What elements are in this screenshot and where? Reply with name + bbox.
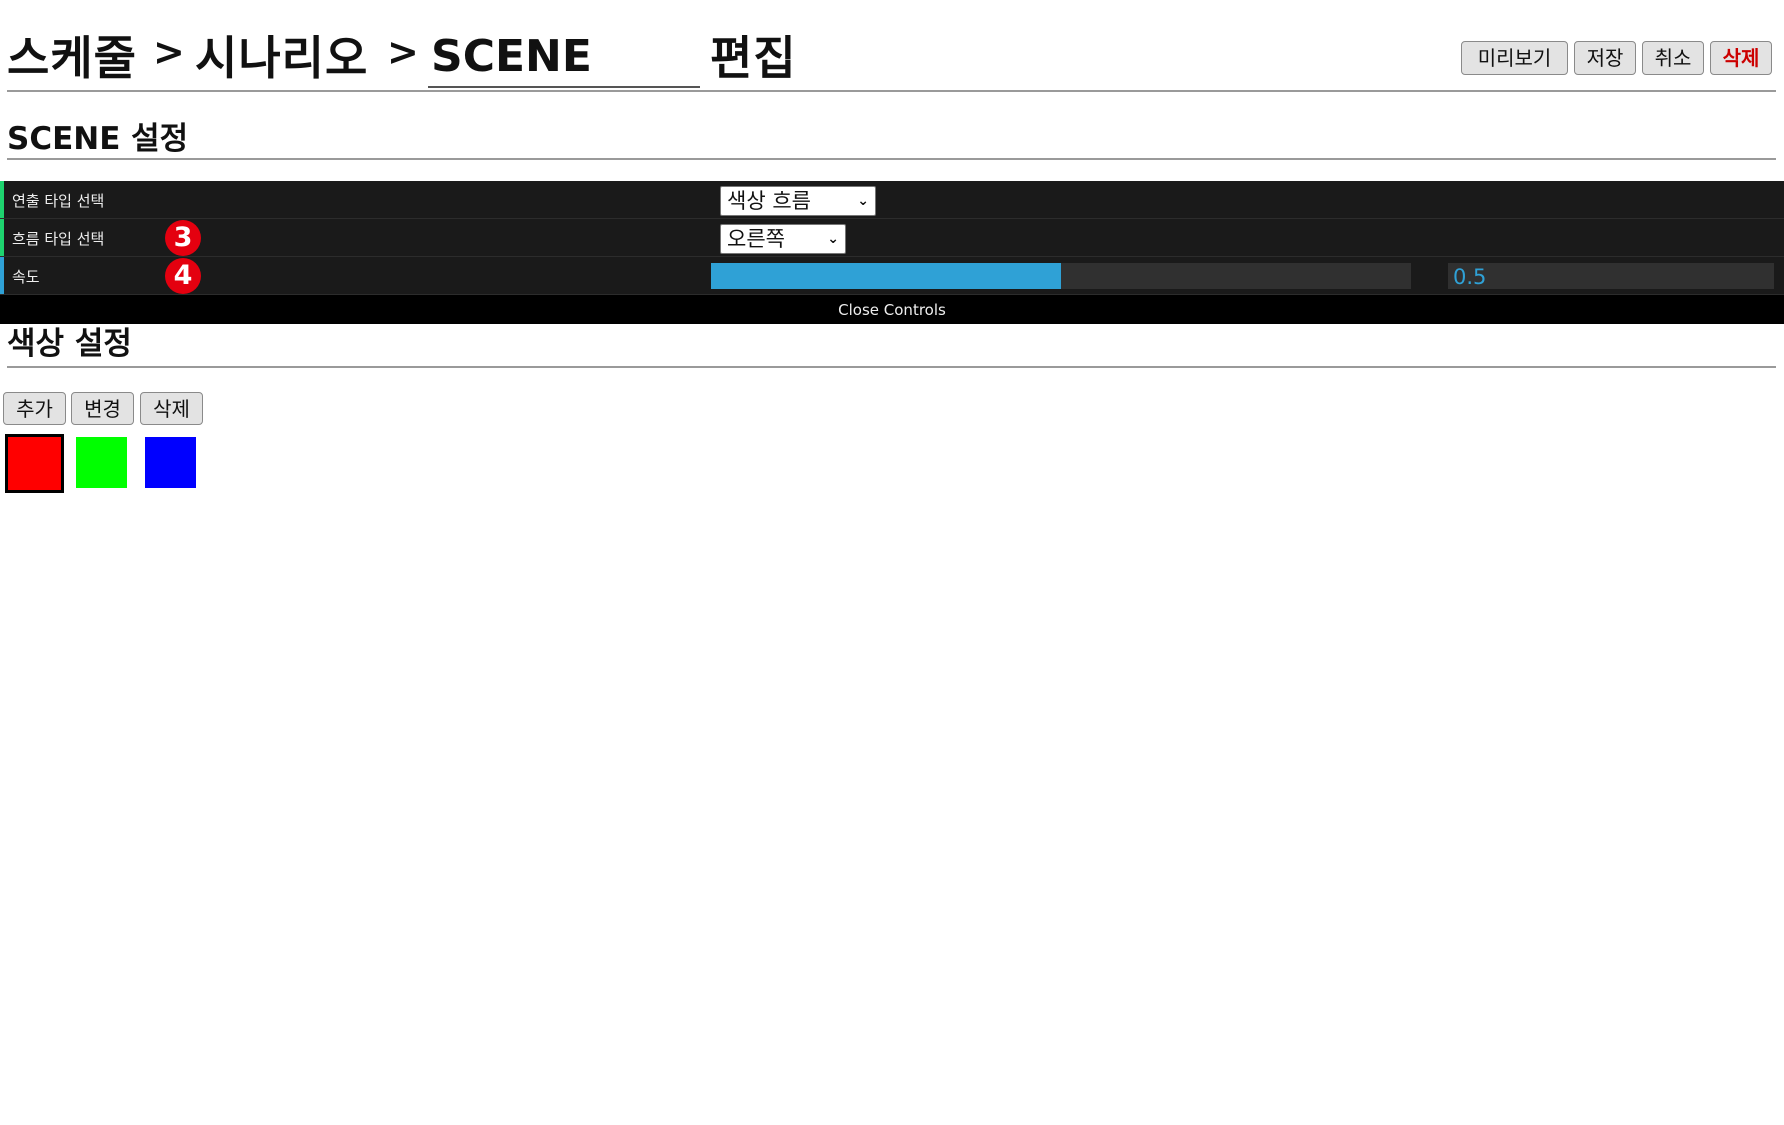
cancel-button[interactable]: 취소: [1642, 41, 1704, 75]
color-swatch[interactable]: [76, 437, 127, 488]
breadcrumb-scenario[interactable]: 시나리오: [195, 22, 368, 88]
control-label: 속도: [12, 268, 40, 286]
breadcrumb-separator: >: [153, 30, 186, 74]
scene-settings-title: SCENE 설정: [7, 121, 189, 157]
color-settings-title: 색상 설정: [7, 326, 132, 362]
color-swatch[interactable]: [5, 434, 64, 493]
breadcrumb-schedule[interactable]: 스케줄: [7, 22, 137, 88]
delete-button[interactable]: 삭제: [1710, 41, 1772, 75]
scene-name-input[interactable]: [428, 26, 700, 88]
divider: [7, 366, 1776, 368]
chevron-down-icon: ⌄: [827, 231, 839, 247]
save-button[interactable]: 저장: [1574, 41, 1636, 75]
add-color-button[interactable]: 추가: [3, 392, 66, 425]
divider: [7, 158, 1776, 160]
row-indicator: [0, 257, 4, 294]
speed-slider[interactable]: [711, 263, 1411, 289]
control-row-speed: 속도 4 0.5: [0, 257, 1784, 295]
select-value: 오른쪽: [727, 227, 785, 251]
row-indicator: [0, 219, 4, 256]
effect-type-select[interactable]: 색상 흐름 ⌄: [720, 186, 876, 216]
control-row-effect-type: 연출 타입 선택 색상 흐름 ⌄: [0, 181, 1784, 219]
close-controls-button[interactable]: Close Controls: [0, 295, 1784, 324]
row-indicator: [0, 181, 4, 218]
change-color-button[interactable]: 변경: [71, 392, 134, 425]
page-header: 스케줄 > 시나리오 > 편집 미리보기 저장 취소 삭제: [7, 14, 1776, 92]
preview-button[interactable]: 미리보기: [1461, 41, 1568, 75]
controls-panel: 연출 타입 선택 색상 흐름 ⌄ 흐름 타입 선택 3 오른쪽 ⌄ 속도 4 0…: [0, 181, 1784, 324]
annotation-badge: 4: [165, 258, 201, 294]
speed-slider-fill: [711, 263, 1061, 289]
control-label: 흐름 타입 선택: [12, 230, 105, 248]
color-swatch[interactable]: [145, 437, 196, 488]
control-label: 연출 타입 선택: [12, 192, 105, 210]
flow-type-select[interactable]: 오른쪽 ⌄: [720, 224, 846, 254]
control-row-flow-type: 흐름 타입 선택 3 오른쪽 ⌄: [0, 219, 1784, 257]
select-value: 색상 흐름: [727, 189, 811, 213]
page-title-edit: 편집: [710, 31, 797, 85]
breadcrumb-separator: >: [387, 30, 420, 74]
delete-color-button[interactable]: 삭제: [140, 392, 203, 425]
annotation-badge: 3: [165, 220, 201, 256]
speed-value-input[interactable]: 0.5: [1448, 263, 1774, 289]
chevron-down-icon: ⌄: [857, 193, 869, 209]
